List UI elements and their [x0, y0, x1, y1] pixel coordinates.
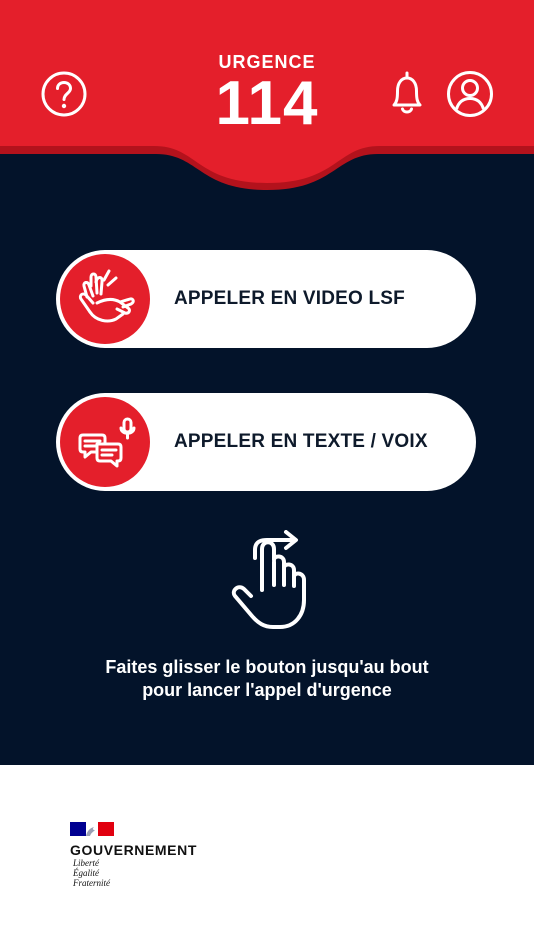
- motto-fraternite: Fraternité: [73, 878, 110, 888]
- video-lsf-call-slider[interactable]: APPELER EN VIDEO LSF: [56, 250, 476, 348]
- marianne-flag-icon: [70, 822, 114, 836]
- motto-egalite: Égalité: [73, 868, 99, 878]
- notifications-button[interactable]: [381, 68, 433, 120]
- government-name: GOUVERNEMENT: [70, 842, 197, 858]
- emergency-number: 114: [215, 69, 319, 138]
- text-voice-call-slider[interactable]: APPELER EN TEXTE / VOIX: [56, 393, 476, 491]
- app-screen: URGENCE 114 APPELER EN VIDEO LSF APPELER…: [0, 0, 534, 950]
- bell-icon: [392, 71, 422, 114]
- text-voice-label: APPELER EN TEXTE / VOIX: [174, 431, 428, 452]
- motto-liberte: Liberté: [73, 858, 99, 868]
- account-button[interactable]: [444, 68, 496, 120]
- header-title: URGENCE 114: [167, 52, 367, 136]
- government-logo: GOUVERNEMENT Liberté Égalité Fraternité: [70, 822, 270, 888]
- video-lsf-label: APPELER EN VIDEO LSF: [174, 288, 405, 309]
- swipe-hint: Faites glisser le bouton jusqu'au bout p…: [40, 656, 494, 702]
- chat-microphone-icon: [78, 417, 136, 468]
- sign-language-hands-icon: [78, 269, 135, 323]
- swipe-hint-line2: pour lancer l'appel d'urgence: [142, 680, 392, 700]
- swipe-right-hand-icon: [218, 530, 318, 640]
- help-button[interactable]: [38, 68, 90, 120]
- help-circle-icon: [41, 71, 87, 117]
- text-voice-slider-knob[interactable]: [60, 397, 150, 487]
- swipe-hint-line1: Faites glisser le bouton jusqu'au bout: [105, 657, 429, 677]
- user-circle-icon: [447, 71, 493, 117]
- video-lsf-slider-knob[interactable]: [60, 254, 150, 344]
